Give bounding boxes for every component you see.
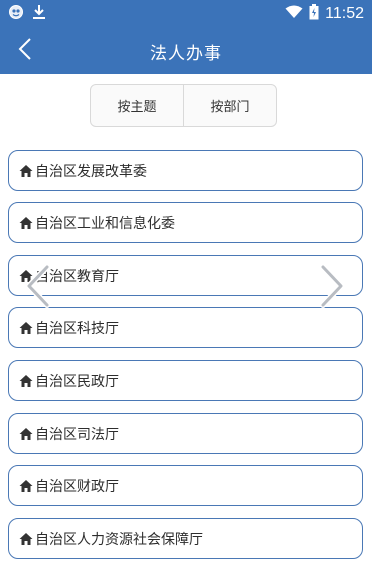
status-left (8, 4, 46, 24)
tab-by-department[interactable]: 按部门 (183, 85, 276, 126)
chevron-right-icon (317, 263, 347, 313)
status-right: 11:52 (285, 4, 364, 24)
list-item[interactable]: 自治区发展改革委 (8, 150, 363, 191)
chevron-left-icon (23, 263, 53, 313)
home-icon (19, 216, 33, 230)
chevron-left-icon (18, 37, 32, 65)
list-item[interactable]: 自治区财政厅 (8, 465, 363, 506)
app-icon (8, 4, 24, 24)
status-bar: 11:52 (0, 0, 372, 28)
segmented-control: 按主题 按部门 (90, 84, 277, 127)
list-item-label: 自治区民政厅 (35, 373, 119, 390)
list-item[interactable]: 自治区科技厅 (8, 307, 363, 348)
list-item-label: 自治区人力资源社会保障厅 (35, 531, 203, 548)
carousel-prev-button[interactable] (20, 262, 56, 314)
tab-by-theme[interactable]: 按主题 (91, 85, 183, 126)
list-item-label: 自治区工业和信息化委 (35, 215, 175, 232)
list-item[interactable]: 自治区民政厅 (8, 360, 363, 401)
status-time: 11:52 (325, 5, 364, 22)
download-icon (32, 4, 46, 24)
carousel-next-button[interactable] (314, 262, 350, 314)
list-item-label: 自治区财政厅 (35, 478, 119, 495)
home-icon (19, 532, 33, 546)
title-bar: 法人办事 (0, 28, 372, 74)
battery-icon (309, 4, 319, 24)
list-item[interactable]: 自治区人力资源社会保障厅 (8, 518, 363, 559)
list-item[interactable]: 自治区工业和信息化委 (8, 202, 363, 243)
wifi-icon (285, 5, 303, 23)
page-title: 法人办事 (150, 43, 222, 64)
home-icon (19, 164, 33, 178)
list-item-label: 自治区司法厅 (35, 426, 119, 443)
list-item[interactable]: 自治区司法厅 (8, 413, 363, 454)
home-icon (19, 427, 33, 441)
home-icon (19, 321, 33, 335)
back-button[interactable] (8, 34, 42, 68)
list-item-label: 自治区科技厅 (35, 320, 119, 337)
list-item[interactable]: 自治区教育厅 (8, 255, 363, 296)
home-icon (19, 479, 33, 493)
list-item-label: 自治区发展改革委 (35, 163, 147, 180)
home-icon (19, 374, 33, 388)
